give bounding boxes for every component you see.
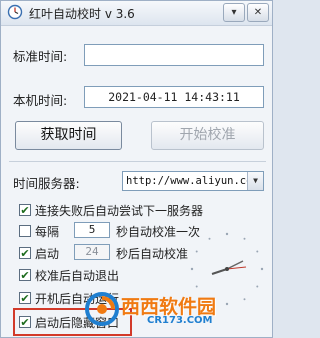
option-try-next-server-label: 连接失败后自动尝试下一服务器 xyxy=(35,204,204,218)
interval-seconds-input[interactable]: 5 xyxy=(74,222,110,238)
watermark-url: CR173.COM xyxy=(147,315,213,326)
minimize-button[interactable]: ▾ xyxy=(223,3,245,22)
window-title: 红叶自动校时 v 3.6 xyxy=(29,7,135,21)
startup-delay-input[interactable]: 24 xyxy=(74,244,110,260)
checkbox-exit-after-calibrate[interactable]: ✔ xyxy=(19,269,31,281)
app-window: 红叶自动校时 v 3.6 ▾ ✕ 标准时间: 本机时间: 2021-04-11 … xyxy=(0,0,273,338)
start-calibration-button[interactable]: 开始校准 xyxy=(151,121,264,150)
chevron-down-icon[interactable]: ▼ xyxy=(247,172,263,190)
watermark-emblem-icon xyxy=(85,292,119,326)
standard-time-label: 标准时间: xyxy=(13,49,68,64)
time-server-select[interactable]: http://www.aliyun.com ▼ xyxy=(122,171,264,191)
divider xyxy=(9,161,266,162)
local-time-label: 本机时间: xyxy=(13,93,68,108)
option-startup-prefix: 启动 xyxy=(35,247,60,261)
close-button[interactable]: ✕ xyxy=(247,3,269,22)
checkbox-run-on-boot[interactable]: ✔ xyxy=(19,292,31,304)
clock-app-icon xyxy=(7,4,23,20)
option-exit-after-calibrate-label: 校准后自动退出 xyxy=(35,269,120,283)
local-time-field[interactable]: 2021-04-11 14:43:11 xyxy=(84,86,264,108)
option-startup-suffix: 秒后自动校准 xyxy=(116,247,189,261)
fetch-time-button[interactable]: 获取时间 xyxy=(15,121,122,150)
standard-time-field[interactable] xyxy=(84,44,264,66)
title-bar[interactable]: 红叶自动校时 v 3.6 ▾ ✕ xyxy=(1,1,272,26)
checkbox-try-next-server[interactable]: ✔ xyxy=(19,204,31,216)
watermark-logo: 西西软件园 CR173.COM xyxy=(85,290,235,330)
checkbox-periodic-calibrate[interactable] xyxy=(19,225,31,237)
time-server-value: http://www.aliyun.com xyxy=(126,175,259,187)
time-server-label: 时间服务器: xyxy=(13,176,80,191)
checkbox-startup-calibrate[interactable]: ✔ xyxy=(19,247,31,259)
option-periodic-prefix: 每隔 xyxy=(35,225,60,239)
